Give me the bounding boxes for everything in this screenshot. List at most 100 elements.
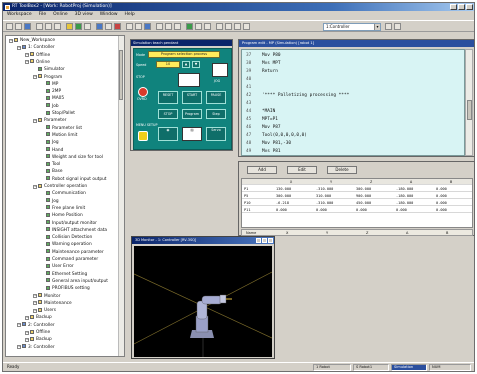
tree-item[interactable]: − Offline (25, 52, 50, 59)
tree-item[interactable]: Weight and size for tool (41, 154, 103, 161)
grid-cell[interactable]: 0.000 (436, 200, 447, 206)
connect-icon[interactable] (394, 23, 401, 30)
expand-icon[interactable]: − (25, 330, 29, 335)
expand-icon[interactable]: − (25, 315, 29, 320)
cursor-icon[interactable] (243, 23, 250, 30)
code-line[interactable]: 49 Mvs P81 (246, 148, 281, 155)
tree-item[interactable]: − Controller operation (33, 183, 87, 190)
parameter-icon[interactable] (174, 23, 181, 30)
grid-row[interactable]: P10 -6.218 -310.000 450.000 -180.000 0.000 (242, 200, 472, 206)
layout-icon[interactable] (225, 23, 232, 30)
expand-icon[interactable]: − (33, 301, 37, 306)
tree-item[interactable]: − Maintenance (33, 300, 72, 307)
zoom-icon[interactable] (216, 23, 223, 30)
grid-cell[interactable]: 0.000 (396, 207, 407, 213)
help-icon[interactable] (204, 23, 211, 30)
offline-icon[interactable] (84, 23, 91, 30)
robot-select[interactable]: 1:Controller ▾ (323, 23, 381, 31)
grid-cell[interactable]: 0.000 (436, 186, 447, 192)
io-icon[interactable] (165, 23, 172, 30)
code-line[interactable]: 42 '**** Palletizing processing **** (246, 92, 349, 100)
tree-scrollbar[interactable] (118, 36, 124, 356)
grid-cell[interactable]: -180.000 (396, 186, 413, 192)
tree-item[interactable]: Simulator (33, 66, 65, 73)
tree-item[interactable]: Command parameter (41, 256, 98, 263)
delete-button[interactable]: Delete (327, 166, 357, 174)
jog-button[interactable] (212, 63, 228, 77)
tree-item[interactable]: INSIGHT attachment data (41, 227, 107, 234)
expand-icon[interactable]: − (9, 38, 13, 43)
code-line[interactable]: 47 Tool(0,0,0,0,0,0) (246, 132, 307, 140)
grid-cell[interactable]: 900.000 (356, 193, 371, 199)
grid-cell[interactable]: 310.000 (316, 193, 331, 199)
code-line[interactable]: 46 Mov P87 (246, 124, 281, 132)
chevron-down-icon[interactable]: ▾ (374, 24, 380, 30)
tree-item[interactable]: − Online (25, 59, 50, 66)
3d-maximize-button[interactable] (262, 238, 267, 243)
tree-item[interactable]: Hand (41, 147, 63, 154)
expand-icon[interactable]: − (33, 75, 37, 79)
code-line[interactable]: 38 Mvs MPT (246, 60, 281, 68)
grid-row[interactable]: P11 0.000 0.000 0.000 0.000 0.000 (242, 207, 472, 213)
close-button[interactable] (466, 4, 473, 10)
grid-column-header[interactable]: B (450, 179, 452, 185)
grid-icon[interactable] (126, 23, 133, 30)
grid-cell[interactable]: 130.000 (276, 186, 291, 192)
tree-item[interactable]: − Users (33, 307, 56, 314)
reset-button[interactable]: RESET (158, 91, 178, 104)
cut-icon[interactable] (36, 23, 43, 30)
tree-item[interactable]: Ethernet Setting (41, 271, 87, 278)
expand-icon[interactable]: − (33, 308, 37, 313)
grid-cell[interactable]: 0.000 (276, 207, 287, 213)
stop-button[interactable]: STOP (158, 109, 178, 119)
grid-cell[interactable]: 450.000 (356, 200, 371, 206)
add-button[interactable]: Add (247, 166, 277, 174)
code-line[interactable]: 37 Mov P80 (246, 52, 281, 60)
expand-icon[interactable]: − (33, 184, 37, 189)
grid-column-header[interactable]: Z (370, 179, 372, 185)
tree-item[interactable]: Home Position (41, 212, 83, 219)
debug-icon[interactable] (105, 23, 112, 30)
grid-cell[interactable]: 0.000 (356, 207, 367, 213)
stop-icon[interactable] (114, 23, 121, 30)
step-icon[interactable] (195, 23, 202, 30)
tree-item[interactable]: Maintenance parameter (41, 249, 104, 256)
grid-cell[interactable]: -180.000 (396, 193, 413, 199)
paste-icon[interactable] (54, 23, 61, 30)
expand-icon[interactable]: − (17, 323, 21, 328)
grid-column-header[interactable]: X (290, 179, 292, 185)
grid-cell[interactable]: -310.000 (316, 186, 333, 192)
grid-cell[interactable]: -310.000 (316, 200, 333, 206)
expand-icon[interactable]: − (17, 45, 21, 50)
menu-workspace[interactable]: Workspace (7, 11, 32, 19)
code-line[interactable]: 40 (246, 76, 262, 84)
monitor-icon[interactable] (75, 23, 82, 30)
tree-item[interactable]: − New_Workspace (9, 37, 55, 44)
grid-cell[interactable]: -180.000 (396, 200, 413, 206)
grid-column-header[interactable]: A (410, 179, 412, 185)
online-icon[interactable] (66, 23, 73, 30)
tree-item[interactable]: Warning operation (41, 241, 92, 248)
tree-item[interactable]: MA05 (41, 95, 64, 102)
window-icon[interactable] (234, 23, 241, 30)
program-select-button[interactable]: ◉ (158, 127, 178, 141)
grid-cell[interactable]: 0.000 (316, 207, 327, 213)
grid-row[interactable]: P1 130.000 -310.000 300.000 -180.000 0.000 (242, 186, 472, 192)
tree-item[interactable]: Collision Detection (41, 234, 92, 241)
tree-item[interactable]: MP (41, 81, 58, 88)
edit-button[interactable]: Edit (287, 166, 317, 174)
tree-item[interactable]: − 2: Controller (17, 322, 55, 329)
pause-button[interactable]: PAUSE (206, 91, 226, 104)
editor-text-area[interactable]: 37 Mov P80 38 Mvs MPT 39 Return 40 41 42 '**** Pa… (241, 49, 465, 156)
tree-item[interactable]: Parameter list (41, 125, 82, 132)
minimize-button[interactable] (450, 4, 457, 10)
menu-online[interactable]: Online (53, 11, 68, 19)
tree-item[interactable]: PROFIBUS setting (41, 285, 90, 292)
speed-up-button[interactable]: ▲ (182, 61, 190, 68)
program-button[interactable]: Program (182, 109, 202, 119)
hatch-button[interactable]: ▨ (182, 127, 202, 141)
code-line[interactable]: 39 Return (246, 68, 278, 76)
grid-cell[interactable]: 0.000 (436, 193, 447, 199)
list-icon[interactable] (135, 23, 142, 30)
3d-scene[interactable] (133, 246, 273, 357)
